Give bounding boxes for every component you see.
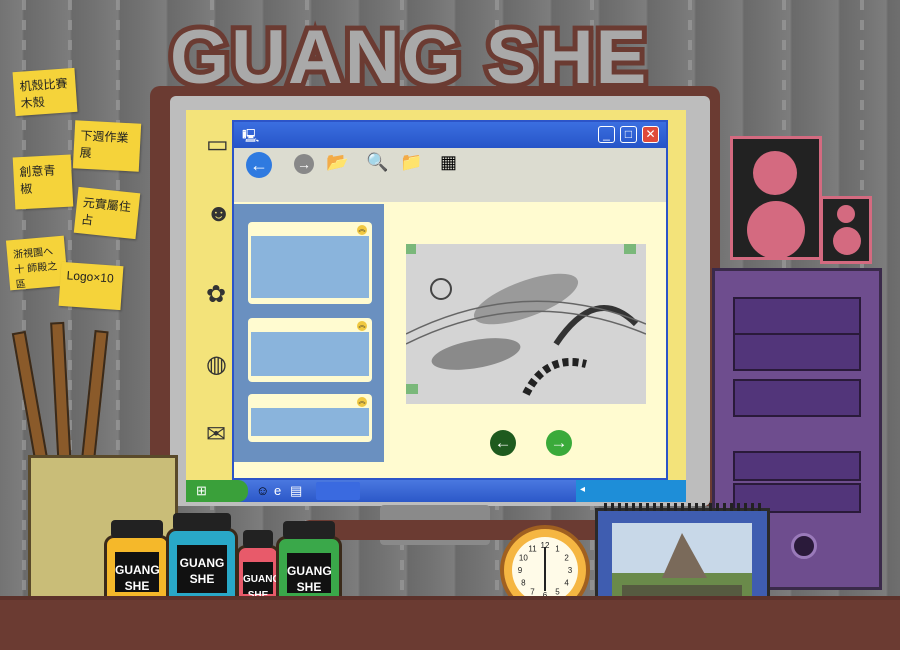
doodle-icon: ✿	[206, 281, 227, 308]
sticky-note: 机殼比賽 木殼	[12, 67, 78, 117]
clock-numeral: 8	[521, 579, 526, 588]
doodle-icon: ☻	[206, 200, 232, 227]
power-button[interactable]	[791, 533, 817, 559]
window-toolbar: ← → 📂 🔍 📁 ▦ ▾ →	[234, 148, 666, 220]
views-icon[interactable]: ▦	[440, 152, 457, 173]
sticky-note: 創意青椒	[12, 154, 74, 210]
desk-surface	[0, 600, 900, 650]
tweeter	[837, 205, 855, 223]
collapse-chevron-icon[interactable]: ︽	[357, 397, 367, 407]
pencil-drawing-image	[406, 244, 646, 404]
sticky-note: 元實屬住占	[73, 186, 141, 240]
start-button[interactable]: ⊞	[186, 480, 248, 502]
desk-scene: GUANG SHE ▭ ☻ ✿ ◍ ✉ 🖳 _ □ ✕ ← → 📂 🔍 📁 ▦ …	[0, 0, 900, 650]
woofer	[833, 227, 861, 255]
brand-title: GUANG SHE	[165, 15, 651, 101]
task-panel[interactable]: ︽	[248, 318, 372, 382]
speaker-small	[820, 196, 872, 264]
jar-label: GUANGSHE	[243, 562, 280, 601]
explorer-window[interactable]: 🖳 _ □ ✕ ← → 📂 🔍 📁 ▦ ▾ → ︽ ︽	[232, 120, 668, 480]
paintbrush	[11, 330, 50, 472]
monitor-stand-base	[300, 520, 640, 540]
doodle-icon: ▭	[206, 131, 229, 158]
folders-icon[interactable]: 📁	[400, 152, 422, 173]
drive-bay	[733, 297, 861, 335]
task-panel[interactable]: ︽	[248, 394, 372, 442]
jar-lid	[173, 513, 231, 531]
close-button[interactable]: ✕	[642, 126, 659, 143]
taskbar-window-button[interactable]	[316, 482, 360, 500]
clock-numeral: 9	[518, 566, 523, 575]
panel-body	[251, 236, 369, 298]
browser-icon[interactable]: e	[274, 483, 281, 498]
previous-arrow-button[interactable]: ←	[490, 430, 516, 456]
clock-numeral: 11	[528, 544, 537, 553]
panel-body	[251, 332, 369, 376]
calendar-spiral	[604, 503, 764, 511]
search-icon[interactable]: 🔍	[366, 152, 388, 173]
speaker-large	[730, 136, 822, 260]
jar-label: GUANGSHE	[115, 552, 160, 593]
sticky-note: 浙視園へ十 師殿之區	[5, 235, 69, 291]
clock-numeral: 1	[555, 544, 560, 553]
jar-lid	[243, 530, 273, 548]
jar-label: GUANGSHE	[177, 545, 227, 593]
maximize-button[interactable]: □	[620, 126, 637, 143]
jar-label: GUANGSHE	[287, 553, 332, 594]
woofer	[747, 201, 805, 259]
window-titlebar[interactable]: 🖳 _ □ ✕	[234, 122, 666, 148]
content-pane: ← →	[384, 204, 666, 462]
folder-up-icon[interactable]: 📂	[326, 152, 348, 173]
clock-numeral: 2	[564, 554, 569, 563]
clock-numeral: 10	[519, 554, 528, 563]
panel-body	[251, 408, 369, 436]
minimize-button[interactable]: _	[598, 126, 615, 143]
forward-arrow-icon[interactable]: →	[294, 154, 314, 174]
windows-logo-icon: ⊞	[196, 483, 207, 498]
sticky-note: 下週作業展	[72, 120, 142, 172]
doodle-icon: ◍	[206, 351, 227, 378]
paintbrush	[80, 330, 109, 471]
artwork-photo	[406, 244, 646, 404]
drive-bay	[733, 379, 861, 417]
task-pane: ︽ ︽ ︽	[234, 204, 384, 462]
tweeter	[753, 151, 797, 195]
taskbar: ⊞ ☺ e ▤ ◂	[186, 480, 686, 502]
jar-lid	[111, 520, 163, 538]
tray-chevron-icon[interactable]: ◂	[580, 484, 585, 495]
next-arrow-button[interactable]: →	[546, 430, 572, 456]
drive-bay	[733, 451, 861, 481]
jar-lid	[283, 521, 335, 539]
drive-bay	[733, 333, 861, 371]
computer-icon: 🖳	[242, 128, 260, 143]
clock-face: 121234567891011	[512, 537, 578, 603]
clock-numerals: 121234567891011	[518, 541, 573, 600]
sticky-note: Logo×10	[58, 261, 124, 311]
quicklaunch-icon[interactable]: ☺	[256, 483, 269, 498]
clock-numeral: 3	[568, 566, 573, 575]
collapse-chevron-icon[interactable]: ︽	[357, 225, 367, 235]
task-panel[interactable]: ︽	[248, 222, 372, 304]
collapse-chevron-icon[interactable]: ︽	[357, 321, 367, 331]
doodle-icon: ✉	[206, 421, 227, 448]
clock-numeral: 4	[564, 579, 569, 588]
back-arrow-icon[interactable]: ←	[246, 152, 272, 178]
system-tray: ◂	[576, 480, 686, 502]
explorer-icon[interactable]: ▤	[290, 483, 302, 499]
